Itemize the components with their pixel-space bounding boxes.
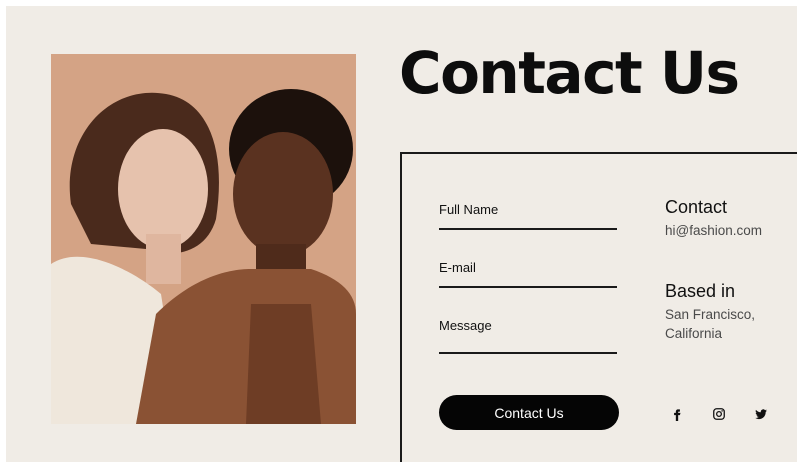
contact-info-block: Contact hi@fashion.com [665, 197, 762, 240]
contact-page: Contact Us Full Name E-mail Message Cont… [6, 6, 797, 462]
full-name-field[interactable]: Full Name [439, 202, 617, 230]
hero-photo [51, 54, 356, 424]
message-underline [439, 352, 617, 354]
contact-card: Full Name E-mail Message Contact Us Cont… [400, 152, 797, 462]
page-title: Contact Us [399, 39, 740, 107]
facebook-icon[interactable] [666, 403, 688, 425]
contact-us-button[interactable]: Contact Us [439, 395, 619, 430]
location-info-block: Based in San Francisco, California [665, 281, 785, 343]
contact-heading: Contact [665, 197, 728, 217]
location-heading: Based in [665, 281, 736, 301]
message-field[interactable]: Message [439, 318, 617, 354]
email-label: E-mail [439, 260, 476, 275]
social-links [666, 403, 772, 425]
instagram-icon[interactable] [708, 403, 730, 425]
twitter-icon[interactable] [750, 403, 772, 425]
email-underline [439, 286, 617, 288]
message-label: Message [439, 318, 492, 333]
contact-email[interactable]: hi@fashion.com [665, 221, 762, 240]
location-text: San Francisco, California [665, 307, 756, 341]
full-name-label: Full Name [439, 202, 499, 217]
full-name-underline [439, 228, 617, 230]
email-field[interactable]: E-mail [439, 260, 617, 288]
two-models-illustration [51, 54, 356, 424]
